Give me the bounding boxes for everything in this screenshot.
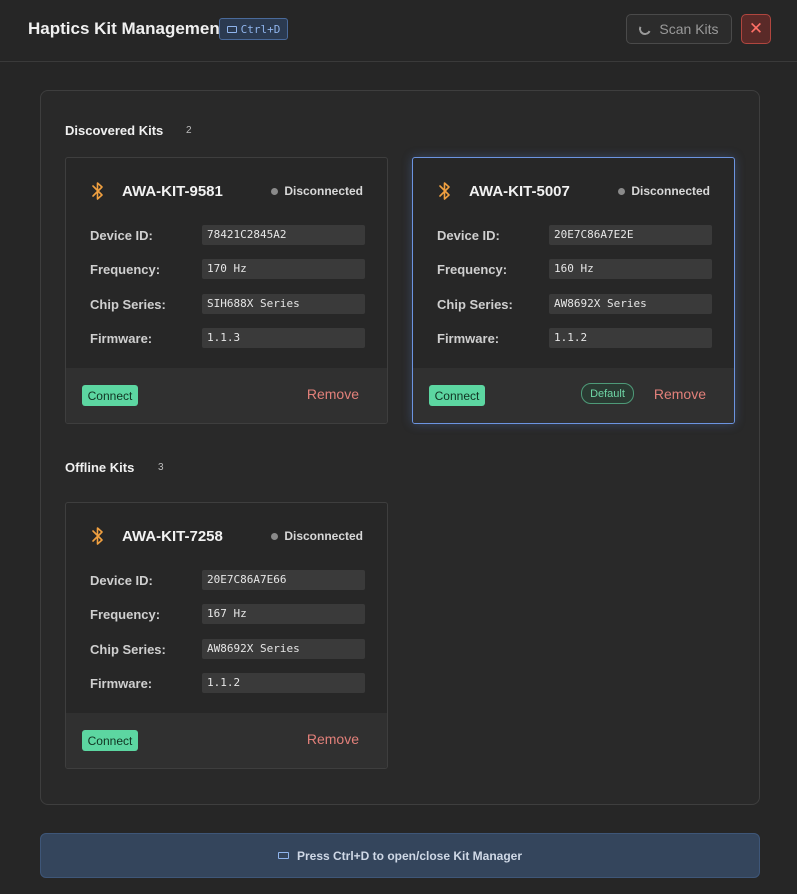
kit-card-header: AWA-KIT-5007 Disconnected (437, 180, 710, 202)
shortcut-hint-text: Press Ctrl+D to open/close Kit Manager (296, 848, 523, 863)
scan-kits-button[interactable]: Scan Kits (626, 14, 732, 44)
status-badge: Disconnected (271, 529, 363, 543)
firmware-value: 1.1.2 (202, 673, 365, 693)
keyboard-icon (277, 852, 289, 859)
frequency-value: 167 Hz (202, 604, 365, 624)
status-badge: Disconnected (618, 184, 710, 198)
frequency-row: Frequency: 170 Hz (90, 259, 365, 279)
kit-card-7258[interactable]: AWA-KIT-7258 Disconnected Device ID: 20E… (65, 502, 388, 769)
bluetooth-icon (92, 182, 103, 200)
kit-card-header: AWA-KIT-9581 Disconnected (90, 180, 363, 202)
device-id-value: 20E7C86A7E66 (202, 570, 365, 590)
offline-kits-count: 3 (158, 462, 164, 473)
firmware-label: Firmware: (437, 330, 500, 346)
kit-name: AWA-KIT-5007 (469, 182, 570, 200)
status-dot-icon (271, 187, 279, 195)
shortcut-badge: Ctrl+D (219, 18, 288, 40)
kit-card-5007[interactable]: AWA-KIT-5007 Disconnected Device ID: 20E… (412, 157, 735, 424)
device-id-label: Device ID: (437, 227, 500, 243)
status-text: Disconnected (631, 184, 710, 198)
status-text: Disconnected (284, 184, 363, 198)
frequency-value: 160 Hz (549, 259, 712, 279)
chip-series-row: Chip Series: AW8692X Series (437, 294, 712, 314)
discovered-kits-count: 2 (186, 125, 192, 136)
frequency-label: Frequency: (437, 261, 508, 277)
kit-name: AWA-KIT-7258 (122, 527, 223, 545)
status-dot-icon (271, 532, 279, 540)
status-text: Disconnected (284, 529, 363, 543)
frequency-label: Frequency: (90, 261, 161, 277)
chip-series-row: Chip Series: AW8692X Series (90, 639, 365, 659)
kit-card-9581[interactable]: AWA-KIT-9581 Disconnected Device ID: 784… (65, 157, 388, 424)
default-badge[interactable]: Default (581, 383, 634, 404)
shortcut-text: Ctrl+D (240, 22, 281, 36)
device-id-row: Device ID: 20E7C86A7E66 (90, 570, 365, 590)
connect-button[interactable]: Connect (82, 730, 138, 751)
device-id-value: 78421C2845A2 (202, 225, 365, 245)
page-title: Haptics Kit Management (28, 19, 226, 38)
offline-kits-title: Offline Kits (65, 460, 135, 475)
loading-spinner-icon (637, 21, 654, 37)
bluetooth-icon (439, 182, 450, 200)
chip-series-label: Chip Series: (90, 296, 166, 312)
connect-button[interactable]: Connect (429, 385, 485, 406)
discovered-kits-title: Discovered Kits (65, 123, 164, 138)
firmware-row: Firmware: 1.1.2 (90, 673, 365, 693)
close-button[interactable]: ✕ (741, 14, 771, 44)
remove-button[interactable]: Remove (307, 731, 359, 747)
remove-button[interactable]: Remove (654, 386, 706, 402)
chip-series-label: Chip Series: (437, 296, 513, 312)
device-id-label: Device ID: (90, 227, 153, 243)
remove-button[interactable]: Remove (307, 386, 359, 402)
chip-series-value: SIH688X Series (202, 294, 365, 314)
frequency-row: Frequency: 167 Hz (90, 604, 365, 624)
firmware-row: Firmware: 1.1.2 (437, 328, 712, 348)
device-id-value: 20E7C86A7E2E (549, 225, 712, 245)
shortcut-hint-bar: Press Ctrl+D to open/close Kit Manager (40, 833, 760, 878)
keyboard-icon (226, 25, 237, 33)
status-dot-icon (618, 187, 626, 195)
device-id-label: Device ID: (90, 572, 153, 588)
close-icon: ✕ (748, 19, 764, 38)
firmware-label: Firmware: (90, 675, 153, 691)
chip-series-value: AW8692X Series (202, 639, 365, 659)
frequency-row: Frequency: 160 Hz (437, 259, 712, 279)
status-badge: Disconnected (271, 184, 363, 198)
kit-name: AWA-KIT-9581 (122, 182, 223, 200)
scan-kits-label: Scan Kits (659, 21, 719, 37)
chip-series-label: Chip Series: (90, 641, 166, 657)
kit-card-footer: Connect Default Remove (413, 368, 734, 423)
kit-card-header: AWA-KIT-7258 Disconnected (90, 525, 363, 547)
firmware-value: 1.1.2 (549, 328, 712, 348)
device-id-row: Device ID: 78421C2845A2 (90, 225, 365, 245)
firmware-value: 1.1.3 (202, 328, 365, 348)
bluetooth-icon (92, 527, 103, 545)
kit-card-footer: Connect Remove (66, 368, 387, 423)
frequency-value: 170 Hz (202, 259, 365, 279)
chip-series-row: Chip Series: SIH688X Series (90, 294, 365, 314)
kit-panel: Discovered Kits 2 AWA-KIT-9581 Disconnec… (40, 90, 760, 805)
header: Haptics Kit Management Ctrl+D Scan Kits … (0, 0, 797, 62)
kit-card-footer: Connect Remove (66, 713, 387, 768)
chip-series-value: AW8692X Series (549, 294, 712, 314)
frequency-label: Frequency: (90, 606, 161, 622)
device-id-row: Device ID: 20E7C86A7E2E (437, 225, 712, 245)
firmware-label: Firmware: (90, 330, 153, 346)
firmware-row: Firmware: 1.1.3 (90, 328, 365, 348)
connect-button[interactable]: Connect (82, 385, 138, 406)
